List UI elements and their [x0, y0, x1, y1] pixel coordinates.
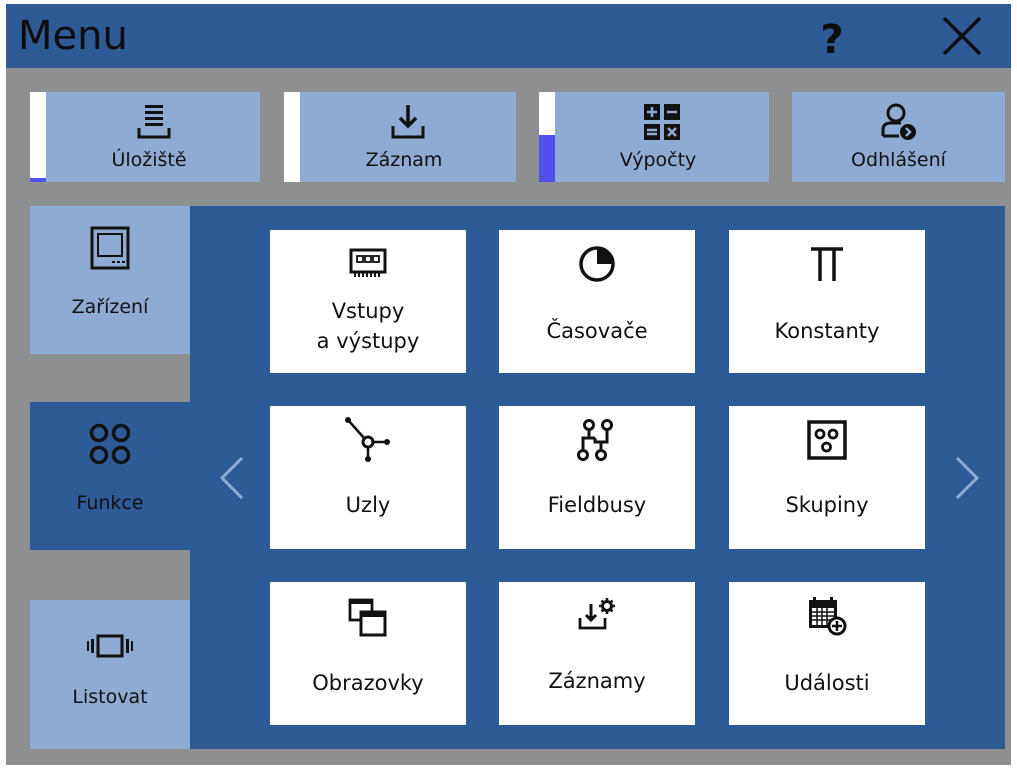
- header-bar: Menu ?: [6, 4, 1011, 68]
- device-icon: [90, 226, 130, 270]
- screens-icon: [348, 598, 387, 637]
- help-glyph: ?: [820, 17, 843, 62]
- storage-label: Úložiště: [111, 149, 187, 171]
- tile-label: Časovače: [546, 319, 648, 343]
- tile-groups[interactable]: Skupiny: [729, 406, 925, 549]
- calculations-button[interactable]: Výpočty: [539, 92, 769, 182]
- tile-screens[interactable]: Obrazovky: [270, 582, 466, 725]
- download-icon: [391, 105, 425, 139]
- storage-gauge-fill: [30, 177, 46, 182]
- tile-inputs-outputs[interactable]: Vstupy a výstupy: [270, 230, 466, 373]
- tile-label: Skupiny: [785, 493, 869, 517]
- tile-records[interactable]: Záznamy: [499, 582, 695, 725]
- tile-label: Fieldbusy: [547, 493, 647, 517]
- close-icon: [942, 16, 982, 56]
- calendar-add-icon: [809, 597, 847, 636]
- sidebar-item-label: Listovat: [72, 686, 148, 708]
- tile-label: Konstanty: [774, 319, 880, 343]
- calculations-label: Výpočty: [619, 149, 697, 171]
- chevron-left-icon[interactable]: [212, 454, 252, 502]
- tile-label: Obrazovky: [312, 671, 424, 695]
- functions-icon: [89, 423, 131, 465]
- io-module-icon: [349, 248, 387, 277]
- sidebar-item-label: Funkce: [76, 492, 144, 514]
- node-icon: [345, 417, 390, 462]
- tile-label: Vstupy a výstupy: [316, 299, 420, 353]
- help-icon: ?: [820, 17, 843, 63]
- tile-events[interactable]: Události: [729, 582, 925, 725]
- menu-screen: Menu ? Úložiště Záznam Výpočty Odhlášení…: [6, 4, 1011, 765]
- calculator-icon: [644, 104, 680, 140]
- pi-icon: [811, 247, 843, 281]
- logout-button[interactable]: Odhlášení: [792, 92, 1005, 182]
- tile-label: Události: [784, 671, 870, 695]
- tile-timers[interactable]: Časovače: [499, 230, 695, 373]
- sidebar-item-browse[interactable]: Listovat: [30, 600, 190, 749]
- logout-user-icon: [881, 103, 916, 140]
- record-settings-icon: [578, 598, 615, 630]
- tile-constants[interactable]: Konstanty: [729, 230, 925, 373]
- tile-nodes[interactable]: Uzly: [270, 406, 466, 549]
- chevron-right-icon[interactable]: [947, 454, 987, 502]
- tile-label: Uzly: [345, 493, 391, 517]
- storage-icon: [137, 105, 171, 139]
- record-button[interactable]: Záznam: [284, 92, 516, 182]
- sidebar-item-devices[interactable]: Zařízení: [30, 206, 190, 354]
- browse-icon: [87, 634, 133, 658]
- tile-fieldbuses[interactable]: Fieldbusy: [499, 406, 695, 549]
- help-button[interactable]: ?: [806, 10, 858, 63]
- group-icon: [807, 420, 847, 460]
- sidebar-item-functions[interactable]: Funkce: [30, 402, 190, 550]
- close-button[interactable]: [932, 10, 992, 62]
- logout-label: Odhlášení: [851, 149, 946, 171]
- storage-button[interactable]: Úložiště: [30, 92, 260, 182]
- sidebar-item-label: Zařízení: [71, 296, 149, 318]
- tile-label: Záznamy: [548, 669, 646, 693]
- fieldbus-icon: [577, 419, 613, 461]
- page-title: Menu: [18, 13, 128, 59]
- record-label: Záznam: [365, 149, 443, 171]
- timer-icon: [579, 246, 615, 282]
- functions-panel: Vstupy a výstupy Časovače Konstanty Uzly…: [190, 206, 1005, 749]
